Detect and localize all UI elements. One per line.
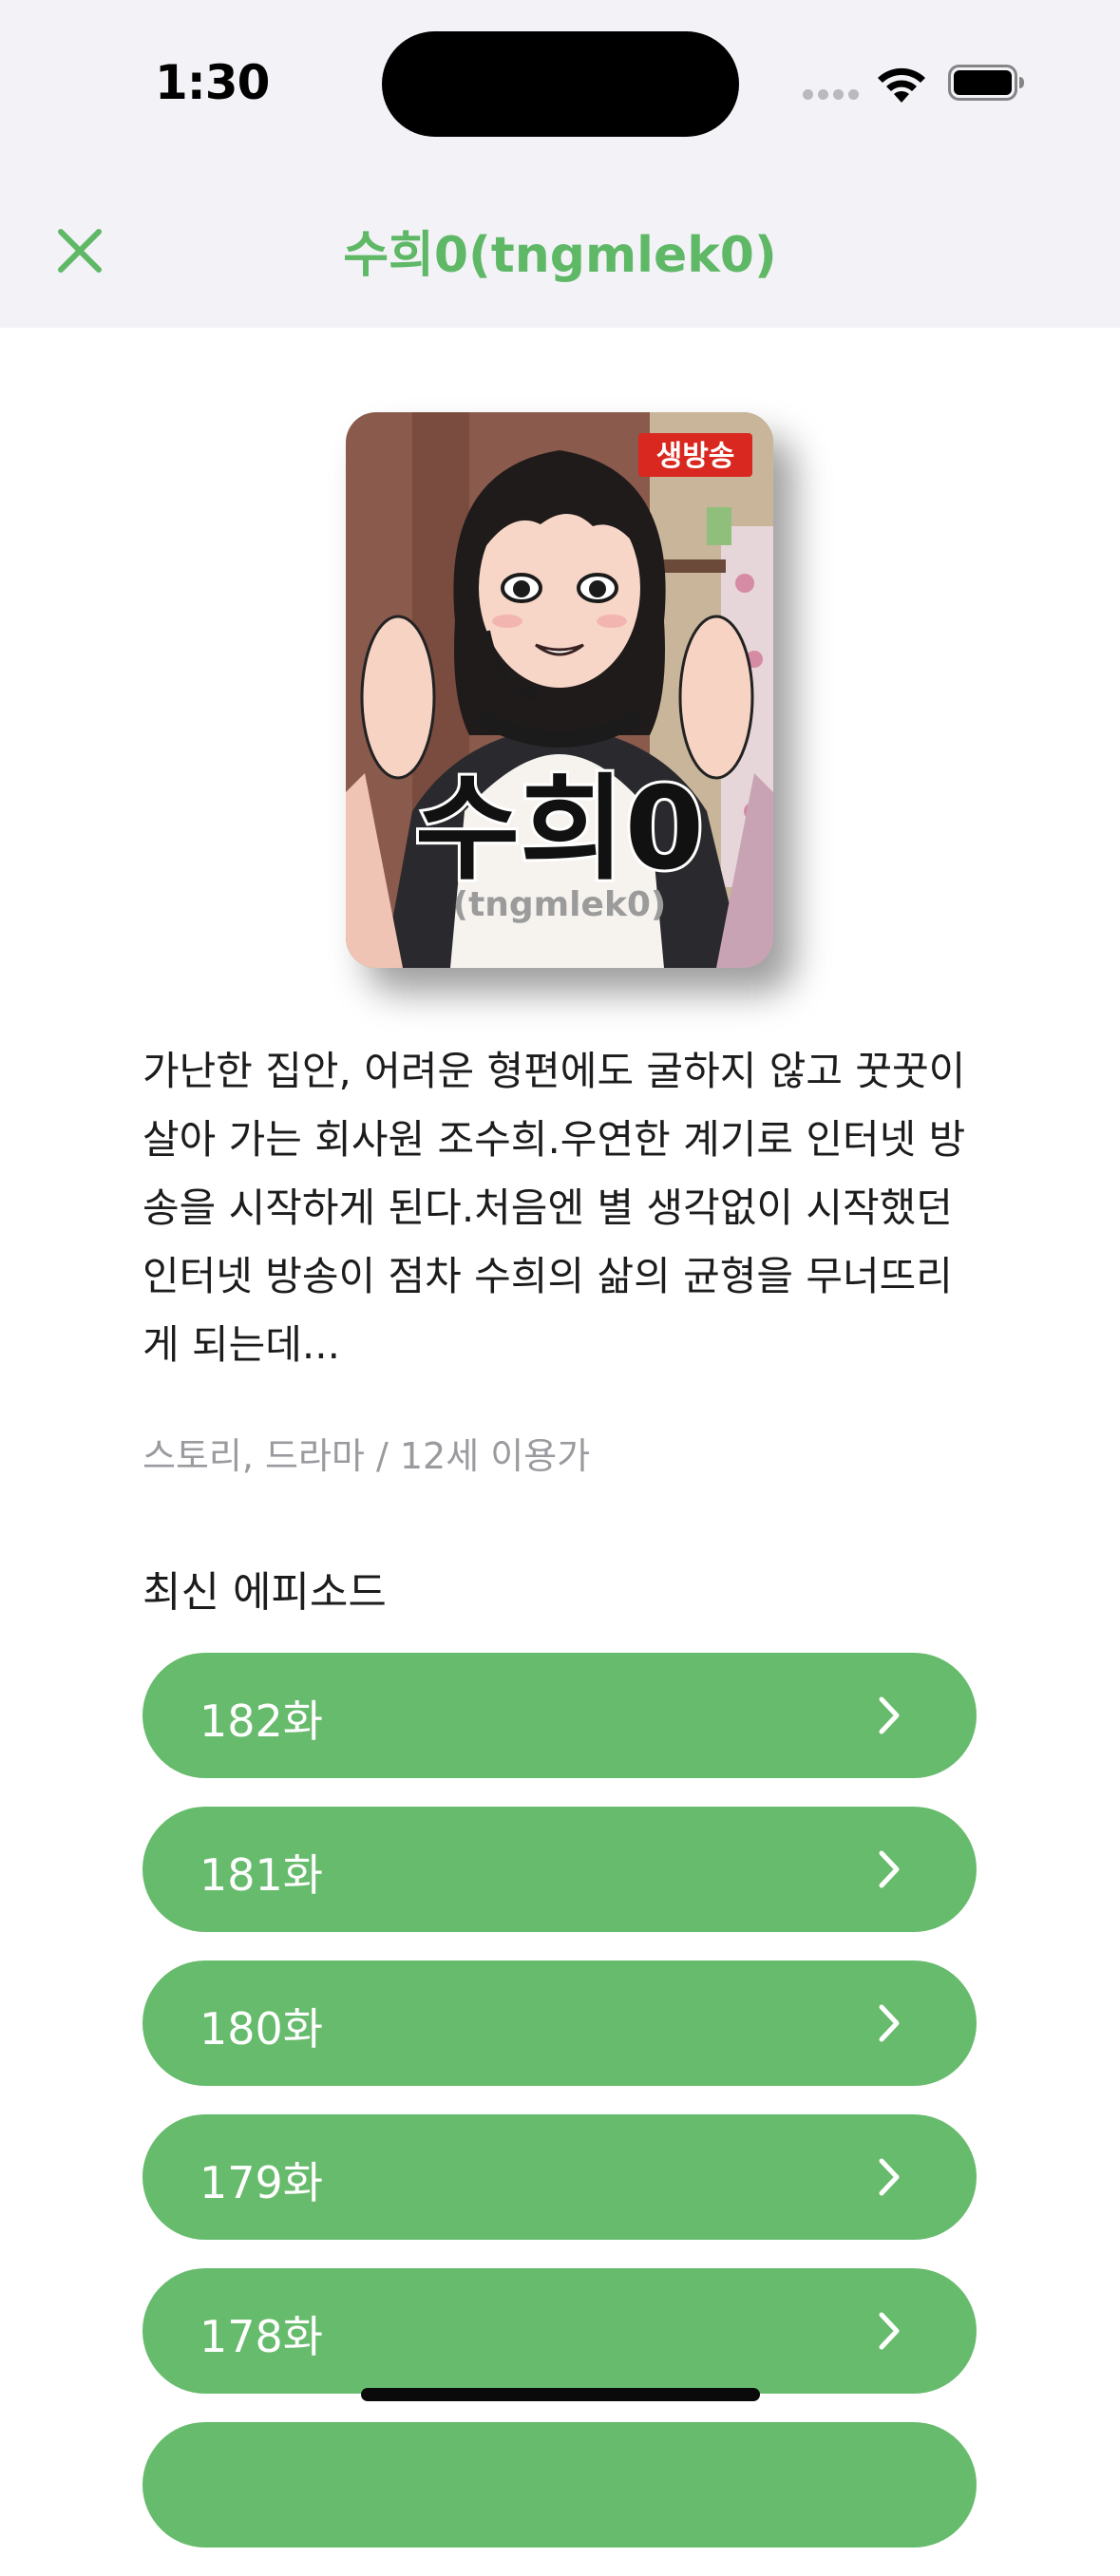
episode-button-partial[interactable] — [142, 2422, 977, 2548]
cover-subtitle: (tngmlek0) — [453, 885, 667, 924]
home-indicator — [361, 2388, 760, 2401]
episode-label: 178화 — [199, 2311, 324, 2362]
cellular-signal-icon — [803, 89, 860, 101]
live-badge: 생방송 — [656, 440, 735, 473]
episode-label: 182화 — [199, 1695, 324, 1747]
chevron-right-icon — [879, 2312, 900, 2350]
close-icon[interactable] — [49, 220, 110, 281]
episode-label: 181화 — [199, 1849, 324, 1901]
wifi-icon — [878, 67, 925, 103]
cover-image: 생방송 수희0 (tngmlek0) — [346, 412, 773, 968]
dynamic-island — [382, 31, 739, 137]
episode-button[interactable]: 178화 — [142, 2268, 977, 2394]
chevron-right-icon — [879, 1850, 900, 1888]
episode-button[interactable]: 180화 — [142, 1960, 977, 2086]
chevron-right-icon — [879, 1696, 900, 1734]
chevron-right-icon — [879, 2004, 900, 2042]
series-description: 가난한 집안, 어려운 형편에도 굴하지 않고 꿋꿋이 살아 가는 회사원 조수… — [142, 1048, 966, 1368]
chevron-right-icon — [879, 2158, 900, 2196]
episode-label: 180화 — [199, 2003, 324, 2055]
episode-button[interactable]: 182화 — [142, 1653, 977, 1778]
episode-label: 179화 — [199, 2157, 324, 2208]
page-title: 수희0(tngmlek0) — [343, 227, 777, 284]
cover-title: 수희0 — [415, 764, 704, 896]
battery-icon — [948, 65, 1024, 101]
navigation-bar: 수희0(tngmlek0) — [0, 171, 1120, 328]
genre-rating: 스토리, 드라마 / 12세 이용가 — [142, 1435, 591, 1477]
status-time: 1:30 — [155, 55, 270, 110]
status-bar: 1:30 — [0, 0, 1120, 171]
episode-list: 182화 181화 180화 179화 178화 — [142, 1653, 977, 2576]
latest-episodes-heading: 최신 에피소드 — [142, 1568, 387, 1617]
episode-button[interactable]: 181화 — [142, 1807, 977, 1932]
episode-button[interactable]: 179화 — [142, 2114, 977, 2240]
